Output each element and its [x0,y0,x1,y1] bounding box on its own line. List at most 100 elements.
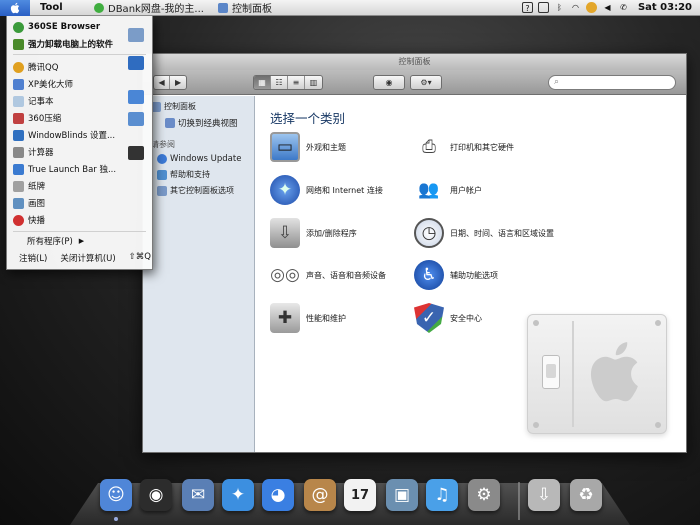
volume-icon[interactable]: ◀ [602,2,613,13]
ichat-icon[interactable]: ◕ [262,479,294,511]
network-globe-icon: ✦ [270,175,300,205]
printer-icon: ⎙ [422,137,436,157]
all-programs-button[interactable]: 所有程序(P) ▶ [27,233,84,249]
itunes-icon[interactable]: ♫ [426,479,458,511]
sidebar-link-label: 帮助和支持 [170,170,210,179]
menu-item-uninstaller[interactable]: 强力卸载电脑上的软件 [13,36,113,52]
screw-icon [533,320,539,326]
windows-update-icon [157,154,167,164]
phone-icon[interactable]: ✆ [618,2,629,13]
sidebar-link-help[interactable]: 帮助和支持 [157,169,254,180]
menu-item-qq[interactable]: 腾讯QQ [13,59,58,75]
category-label: 日期、时间、语言和区域设置 [450,228,554,238]
category-sounds[interactable]: ◎◎ 声音、语音和音频设备 [270,260,386,290]
start-menu: 360SE Browser 强力卸载电脑上的软件 腾讯QQ XP美化大师 记事本… [6,16,153,270]
screw-icon [533,422,539,428]
dbank-icon [94,2,104,13]
finder-icon[interactable]: ☺ [100,479,132,511]
address-book-icon[interactable]: @ [304,479,336,511]
category-printers[interactable]: ⎙ 打印机和其它硬件 [414,132,514,162]
calculator-icon [13,146,24,158]
trash-icon[interactable]: ♻ [570,479,602,511]
clock[interactable]: Sat 03:20 [638,2,692,13]
sidebar: 控制面板 切换到经典视图 请参阅 Windows Update 帮助和支持 其它… [143,96,255,452]
sidebar-link-windows-update[interactable]: Windows Update [157,154,254,164]
bluetooth-icon[interactable]: ᛒ [554,2,565,13]
safari-icon[interactable]: ✦ [222,479,254,511]
category-network[interactable]: ✦ 网络和 Internet 连接 [270,175,383,205]
eye-icon: ◉ [385,78,393,87]
category-accessibility[interactable]: ♿ 辅助功能选项 [414,260,498,290]
menu-item-solitaire[interactable]: 纸牌 [13,178,45,194]
cards-icon [13,180,24,192]
menu-item-calculator[interactable]: 计算器 [13,144,54,160]
menu-item-label: 360SE Browser [28,22,101,32]
list-view-button[interactable]: ☷ [271,76,288,89]
users-icon: 👥 [418,180,440,200]
chevron-right-icon: ▶ [78,237,85,245]
menu-item-360zip[interactable]: 360压缩 [13,110,61,126]
menu-item-windowblinds[interactable]: WindowBlinds 设置... [13,127,115,143]
category-appearance[interactable]: ▭ 外观和主题 [270,132,346,162]
menu-item-qvod[interactable]: 快播 [13,212,45,228]
session-actions: 注销(L) 关闭计算机(U) ⇧⌘Q [19,252,151,264]
iphoto-icon[interactable]: ▣ [386,479,418,511]
screen-icon[interactable] [537,2,549,13]
dashboard-icon[interactable]: ◉ [140,479,172,511]
search-input[interactable]: ⌕ [548,75,676,90]
monitor-icon: ▭ [270,132,300,162]
switch-classic-view-link[interactable]: 切换到经典视图 [165,117,254,129]
light-switch-icon [542,355,560,389]
help-icon[interactable]: ? [521,2,533,13]
qq-tray-icon[interactable] [585,2,597,13]
quick-look-button[interactable]: ◉ [373,75,405,90]
nav-buttons: ◀ ▶ [153,75,187,90]
logout-button[interactable]: 注销(L) [19,252,47,264]
dock-separator [518,482,520,520]
maintenance-icon: ✚ [270,303,300,333]
qq-icon [13,61,24,73]
other-options-icon [157,185,167,196]
plate-divider [572,321,574,427]
gear-icon: ⚙▾ [420,78,432,87]
wifi-icon[interactable]: ◠ [570,2,581,13]
menu-item-true-launch-bar[interactable]: True Launch Bar 独... [13,161,116,177]
downloads-stack-icon[interactable]: ⇩ [528,479,560,511]
mail-icon[interactable]: ✉ [182,479,214,511]
icon-view-button[interactable]: ▦ [254,76,271,89]
category-add-remove[interactable]: ⇩ 添加/删除程序 [270,218,357,248]
sidebar-link-label: 其它控制面板选项 [170,186,234,195]
category-user-accounts[interactable]: 👥 用户帐户 [414,175,482,205]
category-label: 辅助功能选项 [450,270,498,280]
taskbar-item-dbank[interactable]: DBank网盘-我的主... [94,0,204,15]
uninstall-icon [13,38,24,50]
column-view-button[interactable]: ▥ [305,76,322,89]
menu-item-notepad[interactable]: 记事本 [13,93,54,109]
category-security-center[interactable]: ✓ 安全中心 [414,303,482,333]
category-label: 用户帐户 [450,185,482,195]
back-button[interactable]: ◀ [154,76,171,89]
app-menu-tool[interactable]: Tool [40,2,80,13]
category-date-time[interactable]: ◷ 日期、时间、语言和区域设置 [414,218,554,248]
qvod-icon [13,214,24,226]
category-label: 添加/删除程序 [306,228,357,238]
category-maintenance[interactable]: ✚ 性能和维护 [270,303,346,333]
detail-view-button[interactable]: ≡ [288,76,305,89]
taskbar-item-control-panel[interactable]: 控制面板 [217,0,272,15]
page-title: 选择一个类别 [270,111,346,126]
shutdown-button[interactable]: 关闭计算机(U) [60,252,115,264]
apple-menu-icon[interactable] [0,0,30,16]
action-menu-button[interactable]: ⚙▾ [410,75,442,90]
ical-icon[interactable]: 17 [344,479,376,511]
windowblinds-icon [13,129,24,141]
pinned-thumbnail-icon [128,90,144,104]
sidebar-link-other-options[interactable]: 其它控制面板选项 [157,185,254,196]
menu-item-xp-beautify[interactable]: XP美化大师 [13,76,73,92]
forward-button[interactable]: ▶ [170,76,186,89]
control-panel-icon [217,2,228,13]
shield-icon: ✓ [414,303,444,333]
system-prefs-icon[interactable]: ⚙ [468,479,500,511]
menu-item-paint[interactable]: 画图 [13,195,45,211]
menu-item-360se[interactable]: 360SE Browser [13,19,100,35]
menu-item-label: 画图 [28,199,46,209]
